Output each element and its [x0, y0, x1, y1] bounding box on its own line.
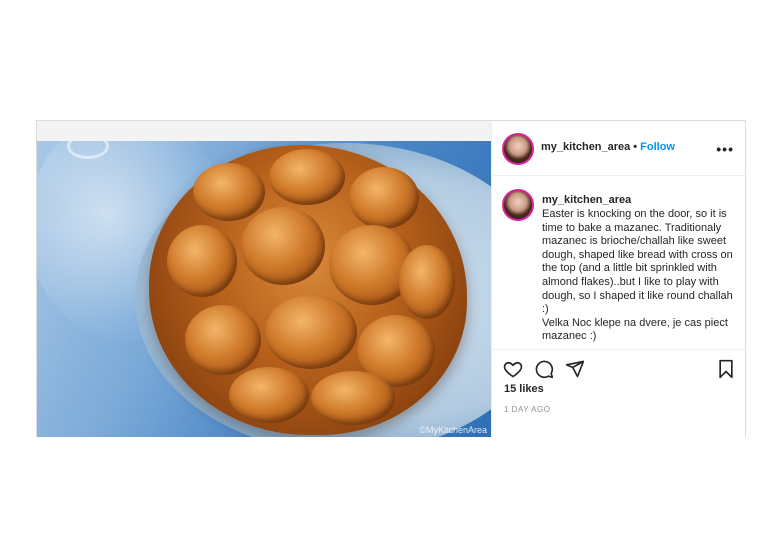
heart-icon[interactable]: [503, 359, 523, 384]
bread-knot: [229, 367, 309, 423]
bread-knot: [185, 305, 261, 375]
header-user-line: my_kitchen_area • Follow: [541, 141, 675, 153]
username-link[interactable]: my_kitchen_area: [541, 141, 630, 153]
post-card: ©MyKitchenArea my_kitchen_area • Follow ••…: [36, 120, 746, 437]
likes-count[interactable]: 15 likes: [504, 383, 544, 395]
post-sidebar: my_kitchen_area • Follow ••• my_kitchen_ar…: [491, 121, 745, 437]
action-bar: 15 likes 1 DAY AGO: [492, 349, 745, 437]
post-photo[interactable]: ©MyKitchenArea: [37, 141, 491, 437]
bread-knot: [349, 167, 419, 229]
avatar[interactable]: [502, 133, 534, 165]
bread-knot: [241, 207, 325, 285]
photo-top-strip: [37, 121, 491, 142]
avatar[interactable]: [502, 189, 534, 221]
comment-icon[interactable]: [534, 359, 554, 384]
bread-knot: [167, 225, 237, 297]
bookmark-icon[interactable]: [716, 359, 736, 384]
post-timestamp: 1 DAY AGO: [504, 405, 551, 414]
dome-knob: [67, 141, 109, 159]
bread-knot: [269, 149, 345, 205]
bread-knot: [311, 371, 395, 425]
follow-button[interactable]: Follow: [640, 141, 675, 153]
bread-knot: [399, 245, 455, 319]
caption-text: Easter is knocking on the door, so it is…: [542, 208, 733, 343]
post-header: my_kitchen_area • Follow •••: [492, 121, 745, 176]
bread-knot: [265, 295, 357, 369]
separator-dot: •: [633, 141, 638, 153]
caption-username[interactable]: my_kitchen_area: [542, 194, 631, 206]
paper-plane-icon[interactable]: [565, 359, 585, 384]
bread-knot: [193, 163, 265, 221]
caption-block: my_kitchen_area Easter is knocking on th…: [492, 175, 745, 349]
photo-watermark: ©MyKitchenArea: [419, 425, 487, 435]
more-options-icon[interactable]: •••: [716, 141, 734, 157]
